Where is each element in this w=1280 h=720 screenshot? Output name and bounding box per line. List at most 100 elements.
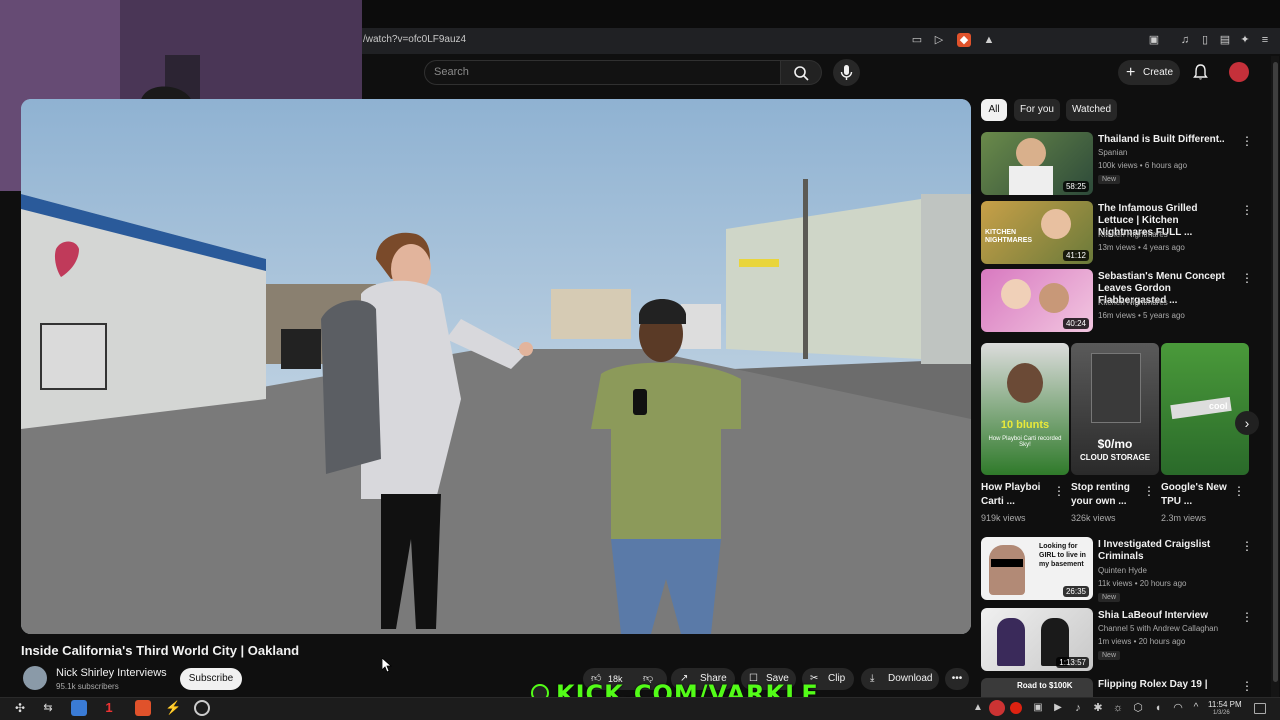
channel-avatar[interactable] xyxy=(23,666,47,690)
chip-watched[interactable]: Watched xyxy=(1066,99,1117,121)
short-thumbnail[interactable]: $0/mo CLOUD STORAGE xyxy=(1071,343,1159,475)
thumbnail-caption: Road to $100K xyxy=(1017,681,1073,690)
notification-center-icon[interactable] xyxy=(1254,703,1266,714)
more-vertical-icon[interactable]: ⋮ xyxy=(1053,484,1065,498)
brave-browser-icon[interactable] xyxy=(135,700,151,716)
video-thumbnail[interactable]: 1:13:57 xyxy=(981,608,1093,671)
video-meta: 13m views • 4 years ago xyxy=(1098,243,1185,252)
video-duration: 26:35 xyxy=(1062,586,1089,597)
mic-icon xyxy=(840,65,853,80)
more-vertical-icon[interactable]: ⋮ xyxy=(1241,679,1253,693)
short-caption: cool xyxy=(1209,401,1228,411)
short-caption: $0/mo xyxy=(1097,437,1133,451)
more-vertical-icon[interactable]: ⋮ xyxy=(1241,271,1253,285)
brave-shield-icon[interactable]: ◆ xyxy=(957,33,971,47)
video-thumbnail[interactable]: 40:24 xyxy=(981,269,1093,332)
extension-icon[interactable]: ▲ xyxy=(982,33,996,47)
more-vertical-icon[interactable]: ⋮ xyxy=(1241,134,1253,148)
channel-name[interactable]: Channel 5 with Andrew Callaghan xyxy=(1098,623,1218,635)
more-vertical-icon[interactable]: ⋮ xyxy=(1233,484,1245,498)
os-taskbar xyxy=(0,697,1280,720)
clock-time[interactable]: 11:54 PM xyxy=(1208,700,1242,709)
lightning-app-icon[interactable]: ⚡ xyxy=(165,700,181,716)
clip-label: Clip xyxy=(828,673,846,684)
wallet-icon[interactable]: ▤ xyxy=(1218,33,1232,47)
tray-icon[interactable]: ▲ xyxy=(970,700,986,716)
video-thumbnail[interactable]: Road to $100K xyxy=(981,678,1093,697)
app-red-icon[interactable]: 1 xyxy=(101,700,117,716)
more-horizontal-icon: ••• xyxy=(951,673,963,684)
shield-icon[interactable]: ⬡ xyxy=(1130,700,1146,716)
start-icon[interactable]: ✣ xyxy=(12,700,28,716)
search-button[interactable] xyxy=(781,60,822,85)
video-meta: 100k views • 6 hours ago xyxy=(1098,161,1188,170)
short-thumbnail[interactable]: cool xyxy=(1161,343,1249,475)
file-explorer-icon[interactable] xyxy=(71,700,87,716)
short-views: 326k views xyxy=(1071,513,1116,523)
download-icon: ⤓ xyxy=(870,673,875,684)
chip-for-you[interactable]: For you xyxy=(1014,99,1060,121)
play-icon[interactable]: ▷ xyxy=(932,33,946,47)
thumbnail-caption: Looking for GIRL to live in my basement xyxy=(1039,543,1086,568)
voice-search-button[interactable] xyxy=(833,59,860,86)
tray-app-icon[interactable]: ▣ xyxy=(1030,700,1046,716)
url-text[interactable]: /watch?v=ofc0LF9auz4 xyxy=(363,34,466,45)
menu-icon[interactable]: ≡ xyxy=(1258,33,1272,47)
video-title[interactable]: Shia LaBeouf Interview xyxy=(1098,610,1228,622)
channel-name[interactable]: Kitchen Nightmares xyxy=(1098,297,1168,309)
video-title[interactable]: Thailand is Built Different.. xyxy=(1098,134,1228,146)
subscriber-count: 95.1k subscribers xyxy=(56,682,119,691)
music-icon[interactable]: ♫ xyxy=(1178,33,1192,47)
download-label: Download xyxy=(888,673,933,684)
scrollbar-thumb[interactable] xyxy=(1273,62,1278,682)
short-thumbnail[interactable]: 10 blunts How Playboi Carti recorded Sky… xyxy=(981,343,1069,475)
more-vertical-icon[interactable]: ⋮ xyxy=(1241,610,1253,624)
search-input[interactable] xyxy=(424,60,781,85)
speaker-icon[interactable]: ◖ xyxy=(1150,700,1166,716)
video-thumbnail[interactable]: 58:25 xyxy=(981,132,1093,195)
brightness-icon[interactable]: ☼ xyxy=(1110,700,1126,716)
more-vertical-icon[interactable]: ⋮ xyxy=(1241,539,1253,553)
video-title[interactable]: Flipping Rolex Day 19 | Turning xyxy=(1098,679,1228,691)
more-actions-button[interactable]: ••• xyxy=(945,668,969,690)
chevron-up-icon[interactable]: ^ xyxy=(1188,700,1204,716)
short-views: 919k views xyxy=(981,513,1026,523)
video-meta: 16m views • 5 years ago xyxy=(1098,311,1185,320)
tab-icon[interactable]: ▣ xyxy=(1147,33,1161,47)
notifications-bell-icon[interactable] xyxy=(1192,63,1209,81)
video-thumbnail[interactable]: KITCHEN NIGHTMARES 41:12 xyxy=(981,201,1093,264)
video-player[interactable] xyxy=(21,99,971,634)
subscribe-button[interactable]: Subscribe xyxy=(180,668,242,690)
obs-icon[interactable] xyxy=(194,700,210,716)
media-play-icon[interactable]: ▶ xyxy=(1050,700,1066,716)
bluetooth-icon[interactable]: ✱ xyxy=(1090,700,1106,716)
tray-record-icon[interactable] xyxy=(989,700,1005,716)
short-title[interactable]: How Playboi Carti ... xyxy=(981,481,1051,509)
chevron-right-icon[interactable]: › xyxy=(1235,411,1259,435)
short-title[interactable]: Google's New TPU ... xyxy=(1161,481,1231,509)
new-badge: New xyxy=(1098,593,1121,602)
video-thumbnail[interactable]: Looking for GIRL to live in my basement … xyxy=(981,537,1093,600)
more-vertical-icon[interactable]: ⋮ xyxy=(1241,203,1253,217)
channel-name[interactable]: Quinten Hyde xyxy=(1098,565,1147,577)
download-button[interactable]: ⤓ Download xyxy=(861,668,939,690)
short-views: 2.3m views xyxy=(1161,513,1207,523)
task-view-icon[interactable]: ⇆ xyxy=(40,700,56,716)
screen-icon[interactable]: ▭ xyxy=(910,33,924,47)
volume-icon[interactable]: ♪ xyxy=(1070,700,1086,716)
channel-name[interactable]: Nick Shirley Interviews xyxy=(56,667,167,679)
account-avatar[interactable] xyxy=(1229,62,1249,82)
search-placeholder: Search xyxy=(434,66,469,78)
chip-all[interactable]: All xyxy=(981,99,1007,121)
more-vertical-icon[interactable]: ⋮ xyxy=(1143,484,1155,498)
short-title[interactable]: Stop renting your own ... xyxy=(1071,481,1141,509)
ai-icon[interactable]: ✦ xyxy=(1238,33,1252,47)
channel-name[interactable]: Kitchen Nightmares xyxy=(1098,229,1168,241)
wifi-icon[interactable]: ◠ xyxy=(1170,700,1186,716)
sidebar-icon[interactable]: ▯ xyxy=(1198,33,1212,47)
video-title[interactable]: I Investigated Craigslist Criminals xyxy=(1098,539,1228,563)
tray-red-dot-icon[interactable] xyxy=(1010,702,1022,714)
short-subcaption: How Playboi Carti recorded Sky! xyxy=(988,436,1062,448)
channel-name[interactable]: Spanian xyxy=(1098,147,1127,159)
clock-date[interactable]: 1/3/26 xyxy=(1213,710,1230,716)
